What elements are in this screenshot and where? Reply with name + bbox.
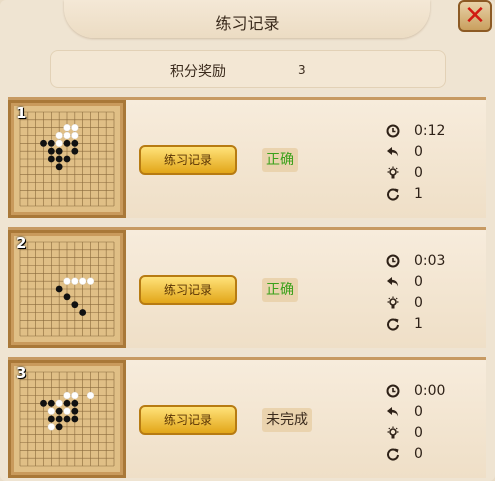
white-stone — [86, 277, 95, 285]
white-stone — [71, 391, 79, 400]
score-label: 积分奖励 — [170, 64, 226, 80]
black-stone — [63, 139, 71, 147]
black-stone — [79, 309, 87, 316]
black-stone — [55, 415, 63, 423]
record-row-2: 2 练习记录 正确 0:03 0 0 1 — [8, 230, 486, 348]
white-stone — [55, 139, 63, 147]
stat-undo-value: 0 — [414, 274, 423, 290]
lightbulb-icon — [386, 426, 400, 440]
black-stone — [63, 155, 71, 163]
stat-retry-value: 1 — [414, 186, 423, 202]
black-stone — [71, 139, 79, 147]
black-stone — [71, 301, 79, 309]
white-stone — [86, 391, 95, 400]
status-badge: 未完成 — [262, 408, 312, 432]
lightbulb-icon — [386, 166, 400, 180]
go-board-grid — [14, 366, 120, 472]
score-value: 3 — [298, 63, 306, 77]
stat-time-value: 0:12 — [414, 123, 446, 139]
undo-arrow-icon — [386, 275, 400, 289]
practice-record-panel: 练习记录 ✕ 积分奖励 3 1 练习记录 正确 0:12 0 0 1 2 练习记录 正确 0:03… — [0, 0, 495, 481]
stat-undo-value: 0 — [414, 404, 423, 420]
retry-icon — [386, 447, 400, 461]
white-stone — [79, 277, 87, 285]
stat-retry-value: 1 — [414, 316, 423, 332]
white-stone — [71, 277, 79, 285]
white-stone — [63, 407, 71, 415]
undo-arrow-icon — [386, 405, 400, 419]
clock-icon — [386, 254, 400, 268]
black-stone — [47, 155, 55, 163]
practice-record-button[interactable]: 练习记录 — [139, 275, 237, 305]
white-stone — [63, 391, 71, 400]
stat-undo-value: 0 — [414, 144, 423, 160]
stat-retry-value: 0 — [414, 446, 423, 462]
retry-icon — [386, 187, 400, 201]
black-stone — [71, 415, 79, 423]
black-stone — [63, 293, 71, 301]
white-stone — [63, 124, 71, 132]
close-button[interactable]: ✕ — [458, 0, 492, 32]
score-bar: 积分奖励 3 — [50, 50, 446, 88]
stat-hint-value: 0 — [414, 295, 423, 311]
record-number: 2 — [16, 234, 27, 252]
header: 练习记录 — [0, 0, 495, 40]
white-stone — [47, 407, 55, 415]
white-stone — [71, 124, 79, 132]
black-stone — [55, 147, 63, 155]
white-stone — [55, 131, 63, 140]
record-row-3: 3 练习记录 未完成 0:00 0 0 0 — [8, 360, 486, 478]
stat-time-value: 0:03 — [414, 253, 446, 269]
go-board-grid — [14, 106, 120, 212]
retry-icon — [386, 317, 400, 331]
black-stone — [63, 399, 71, 407]
practice-record-button[interactable]: 练习记录 — [139, 145, 237, 175]
stat-time-value: 0:00 — [414, 383, 446, 399]
black-stone — [55, 423, 63, 431]
black-stone — [47, 147, 55, 155]
white-stone — [55, 399, 63, 407]
clock-icon — [386, 124, 400, 138]
black-stone — [55, 163, 63, 171]
practice-record-button[interactable]: 练习记录 — [139, 405, 237, 435]
stat-hint-value: 0 — [414, 165, 423, 181]
lightbulb-icon — [386, 296, 400, 310]
black-stone — [71, 399, 79, 407]
go-board[interactable]: 1 — [8, 100, 126, 218]
white-stone — [47, 423, 55, 431]
white-stone — [63, 277, 71, 285]
white-stone — [71, 131, 79, 140]
go-board-grid — [14, 236, 120, 342]
black-stone — [63, 415, 71, 423]
undo-arrow-icon — [386, 145, 400, 159]
record-number: 3 — [16, 364, 27, 382]
black-stone — [40, 399, 47, 407]
close-icon: ✕ — [464, 1, 486, 31]
black-stone — [55, 285, 63, 293]
go-board[interactable]: 2 — [8, 230, 126, 348]
clock-icon — [386, 384, 400, 398]
status-badge: 正确 — [262, 278, 298, 302]
stat-hint-value: 0 — [414, 425, 423, 441]
status-badge: 正确 — [262, 148, 298, 172]
go-board[interactable]: 3 — [8, 360, 126, 478]
black-stone — [47, 399, 55, 407]
black-stone — [47, 415, 55, 423]
black-stone — [71, 407, 79, 415]
record-row-1: 1 练习记录 正确 0:12 0 0 1 — [8, 100, 486, 218]
page-title: 练习记录 — [215, 14, 280, 33]
black-stone — [47, 139, 55, 147]
black-stone — [40, 139, 47, 147]
black-stone — [71, 147, 79, 155]
record-number: 1 — [16, 104, 27, 122]
white-stone — [63, 131, 71, 140]
black-stone — [55, 155, 63, 163]
black-stone — [55, 407, 63, 415]
